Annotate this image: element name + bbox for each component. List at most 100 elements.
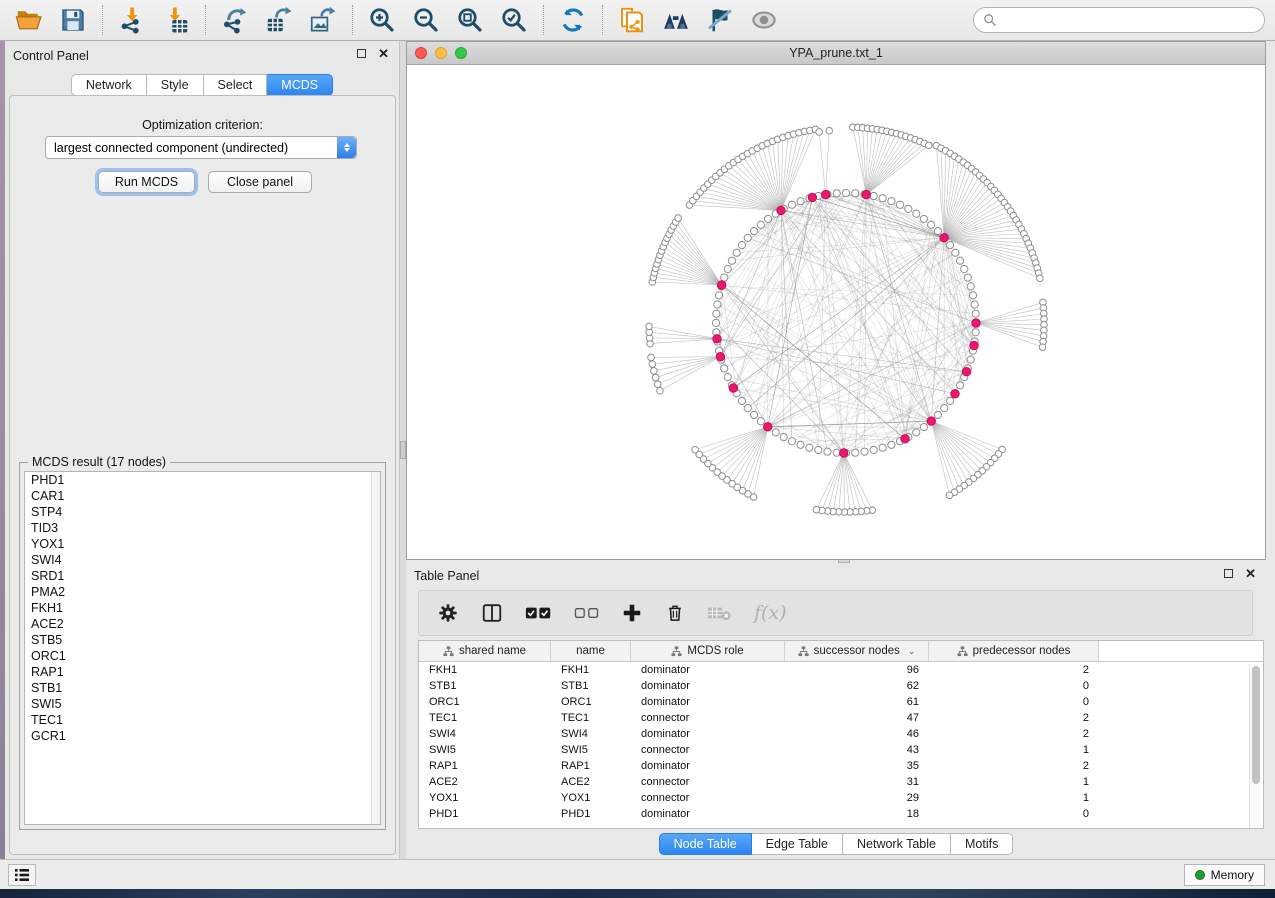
mcds-result-item[interactable]: CAR1 xyxy=(25,488,380,504)
task-history-button[interactable] xyxy=(8,864,36,886)
mcds-result-item[interactable]: STB1 xyxy=(25,680,380,696)
graph-mcds-node[interactable] xyxy=(716,352,724,360)
graph-node[interactable] xyxy=(733,249,740,256)
graph-node[interactable] xyxy=(852,190,859,197)
graph-node[interactable] xyxy=(971,301,978,308)
graph-leaf-node[interactable] xyxy=(826,127,833,134)
graph-node[interactable] xyxy=(713,310,720,317)
graph-leaf-node[interactable] xyxy=(1037,275,1044,282)
mcds-result-item[interactable]: SWI5 xyxy=(25,696,380,712)
graph-node[interactable] xyxy=(715,292,722,299)
binoculars-button[interactable] xyxy=(657,3,695,37)
graph-mcds-node[interactable] xyxy=(840,449,848,457)
mcds-result-item[interactable]: SWI4 xyxy=(25,552,380,568)
mcds-result-item[interactable]: STB5 xyxy=(25,632,380,648)
graph-mcds-node[interactable] xyxy=(717,281,725,289)
graph-leaf-node[interactable] xyxy=(651,368,658,375)
graph-node[interactable] xyxy=(956,382,963,389)
mcds-list-scrollbar[interactable] xyxy=(371,472,380,824)
export-network-button[interactable] xyxy=(216,3,254,37)
close-panel-icon[interactable]: ✕ xyxy=(378,49,389,58)
graph-node[interactable] xyxy=(724,373,731,380)
mcds-result-item[interactable]: TEC1 xyxy=(25,712,380,728)
graph-mcds-node[interactable] xyxy=(862,190,870,198)
network-window-titlebar[interactable]: YPA_prune.txt_1 xyxy=(407,42,1265,65)
table-row[interactable]: FKH1FKH1dominator962 xyxy=(419,662,1263,678)
graph-node[interactable] xyxy=(964,274,971,281)
export-image-button[interactable] xyxy=(304,3,342,37)
graph-node[interactable] xyxy=(928,221,935,228)
mcds-result-item[interactable]: ACE2 xyxy=(25,616,380,632)
graph-node[interactable] xyxy=(797,198,804,205)
zoom-out-button[interactable] xyxy=(407,3,445,37)
graph-node[interactable] xyxy=(967,356,974,363)
mcds-result-item[interactable]: GCR1 xyxy=(25,728,380,744)
tab-style[interactable]: Style xyxy=(147,74,204,96)
graph-node[interactable] xyxy=(879,444,886,451)
table-row[interactable]: PHD1PHD1dominator180 xyxy=(419,806,1263,822)
graph-node[interactable] xyxy=(712,319,719,326)
mcds-result-item[interactable]: FKH1 xyxy=(25,600,380,616)
zoom-selected-button[interactable] xyxy=(495,3,533,37)
refresh-button[interactable] xyxy=(554,3,592,37)
graph-leaf-node[interactable] xyxy=(657,387,664,394)
mcds-result-item[interactable]: SRD1 xyxy=(25,568,380,584)
graph-node[interactable] xyxy=(780,433,787,440)
graph-node[interactable] xyxy=(870,192,877,199)
graph-mcds-node[interactable] xyxy=(729,384,737,392)
graph-node[interactable] xyxy=(815,446,822,453)
table-row[interactable]: STB1STB1dominator620 xyxy=(419,678,1263,694)
search-input[interactable] xyxy=(997,13,1255,27)
column-header-MCDS-role[interactable]: MCDS role xyxy=(631,641,785,661)
tab-network-table[interactable]: Network Table xyxy=(843,833,951,855)
criterion-dropdown[interactable]: largest connected component (undirected) xyxy=(45,136,357,159)
graph-leaf-node[interactable] xyxy=(692,446,699,453)
graph-node[interactable] xyxy=(888,441,895,448)
table-row[interactable]: SWI4SWI4dominator462 xyxy=(419,726,1263,742)
add-icon[interactable] xyxy=(621,602,643,624)
graph-leaf-node[interactable] xyxy=(648,354,655,361)
graph-node[interactable] xyxy=(913,429,920,436)
mcds-result-list[interactable]: PHD1CAR1STP4TID3YOX1SWI4SRD1PMA2FKH1ACE2… xyxy=(24,471,381,825)
share-document-button[interactable] xyxy=(613,3,651,37)
graph-node[interactable] xyxy=(772,429,779,436)
column-header-shared-name[interactable]: shared name xyxy=(419,641,551,661)
graph-mcds-node[interactable] xyxy=(972,319,980,327)
mcds-result-item[interactable]: RAP1 xyxy=(25,664,380,680)
graph-node[interactable] xyxy=(788,201,795,208)
graph-leaf-node[interactable] xyxy=(816,129,823,136)
mcds-result-item[interactable]: STP4 xyxy=(25,504,380,520)
network-canvas[interactable] xyxy=(407,65,1265,559)
graph-node[interactable] xyxy=(952,249,959,256)
tab-select[interactable]: Select xyxy=(204,74,268,96)
graph-node[interactable] xyxy=(870,446,877,453)
graph-node[interactable] xyxy=(757,221,764,228)
graph-node[interactable] xyxy=(956,257,963,264)
graph-node[interactable] xyxy=(934,411,941,418)
graph-node[interactable] xyxy=(961,265,968,272)
tab-network[interactable]: Network xyxy=(71,74,147,96)
graph-node[interactable] xyxy=(788,438,795,445)
graph-node[interactable] xyxy=(721,365,728,372)
graph-leaf-node[interactable] xyxy=(813,506,820,513)
graph-leaf-node[interactable] xyxy=(649,361,656,368)
export-table-button[interactable] xyxy=(260,3,298,37)
table-scrollbar-thumb[interactable] xyxy=(1252,666,1260,784)
graph-node[interactable] xyxy=(764,215,771,222)
graph-node[interactable] xyxy=(972,310,979,317)
graph-node[interactable] xyxy=(852,449,859,456)
graph-mcds-node[interactable] xyxy=(962,367,970,375)
column-header-successor-nodes[interactable]: successor nodes⌄ xyxy=(785,641,929,661)
table-row[interactable]: YOX1YOX1connector291 xyxy=(419,790,1263,806)
table-row[interactable]: TEC1TEC1connector472 xyxy=(419,710,1263,726)
graph-node[interactable] xyxy=(969,292,976,299)
table-row[interactable]: RAP1RAP1dominator352 xyxy=(419,758,1263,774)
graph-node[interactable] xyxy=(842,189,849,196)
mcds-result-item[interactable]: YOX1 xyxy=(25,536,380,552)
graph-node[interactable] xyxy=(946,397,953,404)
graph-mcds-node[interactable] xyxy=(764,423,772,431)
graph-node[interactable] xyxy=(738,397,745,404)
graph-node[interactable] xyxy=(920,215,927,222)
search-box[interactable] xyxy=(973,7,1265,33)
graph-node[interactable] xyxy=(724,265,731,272)
